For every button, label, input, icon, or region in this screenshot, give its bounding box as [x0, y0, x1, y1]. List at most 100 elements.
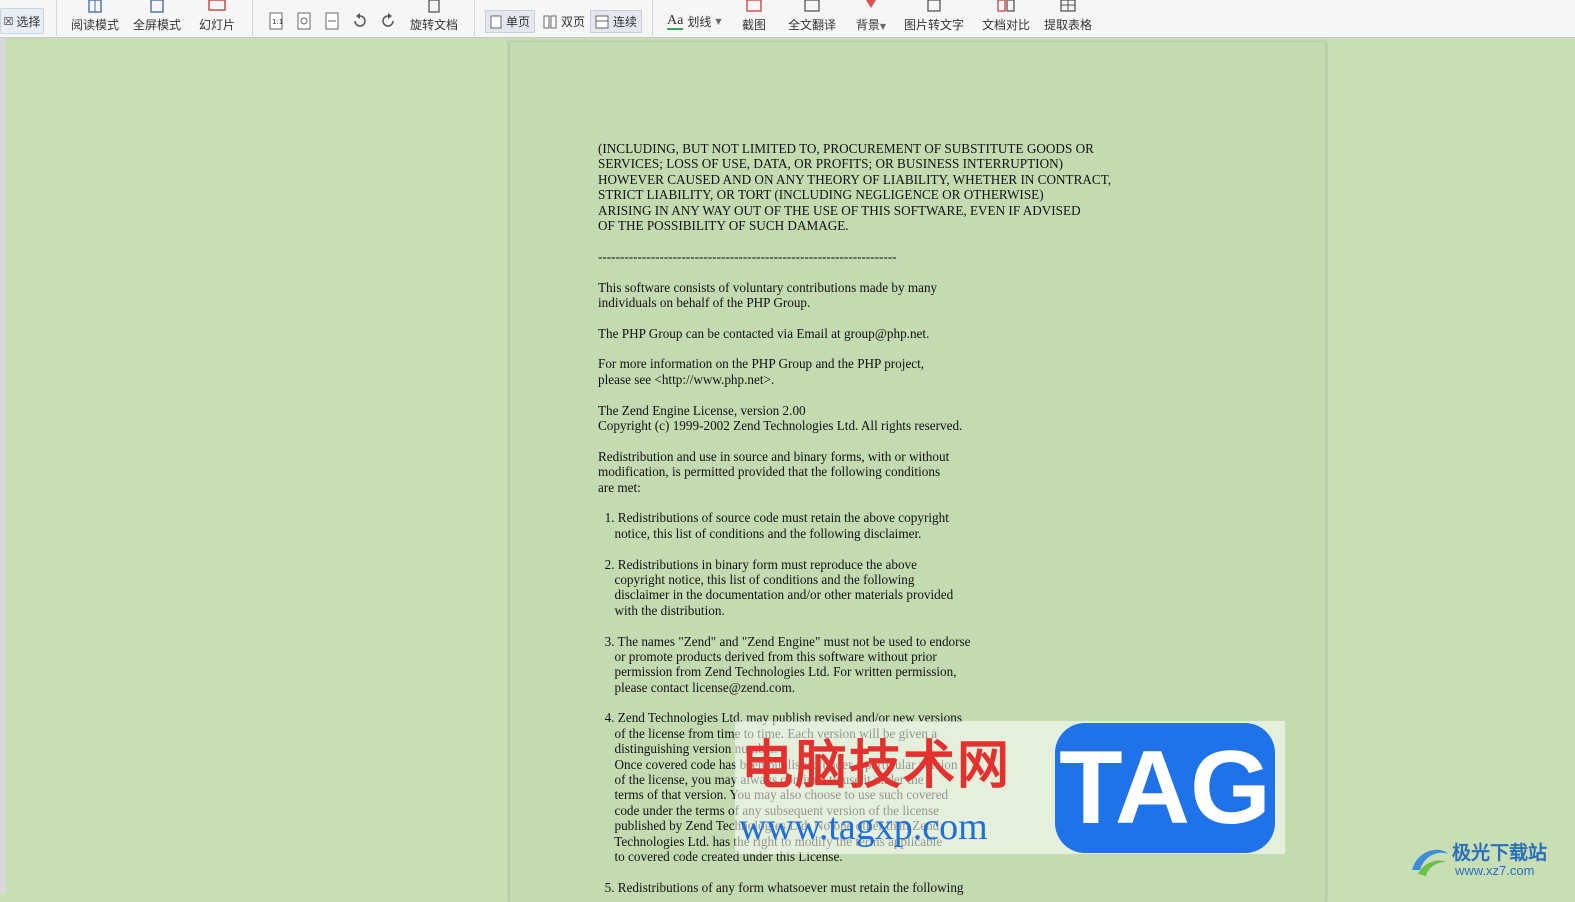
document-line: HOWEVER CAUSED AND ON ANY THEORY OF LIAB…: [598, 171, 1112, 187]
corner-logo: 极光下载站 www.xz7.com: [1408, 836, 1568, 886]
rotate-document-icon: [428, 0, 440, 13]
cursor-icon: ☒: [3, 14, 14, 28]
document-line: 1. Redistributions of source code must r…: [598, 510, 949, 526]
read-mode-button[interactable]: 阅读模式: [70, 0, 120, 37]
actual-size-icon[interactable]: 1:1: [267, 12, 285, 30]
aurora-logo-icon: [1412, 849, 1448, 876]
continuous-label: 连续: [613, 15, 638, 29]
document-line: STRICT LIABILITY, OR TORT (INCLUDING NEG…: [598, 187, 1044, 203]
document-line: ----------------------------------------…: [598, 248, 897, 264]
document-line: individuals on behalf of the PHP Group.: [598, 294, 811, 310]
document-line: OF THE POSSIBILITY OF SUCH DAMAGE.: [598, 217, 849, 233]
book-icon: [88, 0, 102, 13]
continuous-icon: [595, 15, 609, 28]
image-text-icon: [927, 0, 941, 12]
document-line: please see <http://www.php.net>.: [598, 371, 775, 387]
document-line: The PHP Group can be contacted via Email…: [598, 325, 930, 341]
document-line: 3. The names "Zend" and "Zend Engine" mu…: [598, 633, 971, 649]
document-line: copyright notice, this list of condition…: [598, 571, 915, 587]
document-line: disclaimer in the documentation and/or o…: [598, 587, 954, 603]
double-page-button[interactable]: 双页: [538, 10, 590, 33]
toolbar: ☒ 选择 阅读模式 全屏模式 幻灯片 1:1 旋转文档 单页 双页 连续 Aa …: [0, 0, 1575, 38]
document-line: notice, this list of conditions and the …: [598, 525, 922, 541]
divider: [252, 0, 253, 36]
single-page-icon: [490, 15, 502, 28]
document-line: Redistribution and use in source and bin…: [598, 448, 950, 464]
rotate-document-button[interactable]: 旋转文档: [408, 0, 460, 37]
divider: [652, 0, 653, 36]
corner-site-name: 极光下载站: [1452, 842, 1548, 864]
screenshot-label: 截图: [741, 18, 766, 32]
double-page-icon: [543, 15, 557, 28]
background-button[interactable]: 背景▼: [852, 0, 890, 37]
fit-width-icon[interactable]: [323, 12, 341, 30]
image-to-text-label: 图片转文字: [903, 18, 964, 32]
text-underline-icon: Aa: [667, 12, 684, 30]
document-line: ARISING IN ANY WAY OUT OF THE USE OF THI…: [598, 202, 1081, 218]
rotate-left-icon[interactable]: [351, 12, 369, 30]
translate-icon: [804, 0, 820, 12]
slideshow-label: 幻灯片: [198, 18, 235, 32]
document-line: modification, is permitted provided that…: [598, 464, 941, 480]
watermark-url: www.tagxp.com: [739, 806, 988, 848]
compare-label: 文档对比: [981, 18, 1030, 32]
compare-button[interactable]: 文档对比: [980, 0, 1032, 37]
continuous-button[interactable]: 连续: [590, 10, 643, 33]
single-page-button[interactable]: 单页: [485, 10, 536, 33]
document-line: are met:: [598, 479, 641, 495]
read-mode-label: 阅读模式: [70, 18, 119, 32]
document-line: Copyright (c) 1999-2002 Zend Technologie…: [598, 418, 963, 434]
fullscreen-icon: [150, 0, 164, 13]
svg-text:1:1: 1:1: [272, 18, 283, 26]
image-to-text-button[interactable]: 图片转文字: [902, 0, 966, 37]
fullscreen-button[interactable]: 全屏模式: [132, 0, 182, 37]
extract-table-label: 提取表格: [1043, 18, 1092, 32]
table-icon: [1060, 0, 1076, 12]
corner-site-url: www.xz7.com: [1455, 863, 1535, 878]
watermark: 电脑技术网 www.tagxp.com TAG: [735, 721, 1285, 854]
rotate-document-label: 旋转文档: [409, 18, 458, 32]
divider: [474, 0, 475, 36]
document-line: The Zend Engine License, version 2.00: [598, 402, 806, 418]
translate-button[interactable]: 全文翻译: [786, 0, 838, 37]
document-line: SERVICES; LOSS OF USE, DATA, OR PROFITS;…: [598, 156, 1064, 172]
underline-button[interactable]: Aa 划线 ▼: [662, 10, 727, 33]
document-line: with the distribution.: [598, 602, 725, 618]
translate-label: 全文翻译: [787, 18, 836, 32]
chevron-down-icon: ▼: [715, 17, 722, 26]
screenshot-icon: [746, 0, 762, 12]
select-label: 选择: [16, 14, 41, 29]
background-label: 背景▼: [855, 18, 887, 32]
watermark-site-name: 电脑技术网: [741, 736, 1012, 796]
select-button[interactable]: ☒ 选择: [0, 8, 44, 34]
watermark-tag-logo: TAG: [1055, 723, 1275, 853]
document-line: permission from Zend Technologies Ltd. F…: [598, 664, 957, 680]
extract-table-button[interactable]: 提取表格: [1042, 0, 1094, 37]
double-page-label: 双页: [561, 15, 586, 29]
compare-icon: [997, 0, 1015, 12]
rotate-right-icon[interactable]: [379, 12, 397, 30]
document-line: 2. Redistributions in binary form must r…: [598, 556, 917, 572]
document-line: (INCLUDING, BUT NOT LIMITED TO, PROCUREM…: [598, 141, 1094, 156]
document-line: For more information on the PHP Group an…: [598, 356, 925, 372]
single-page-label: 单页: [506, 15, 531, 29]
divider: [56, 0, 57, 36]
fit-page-icon[interactable]: [295, 12, 313, 30]
document-line: This software consists of voluntary cont…: [598, 279, 938, 295]
document-line: please contact license@zend.com.: [598, 679, 796, 695]
screenshot-button[interactable]: 截图: [738, 0, 770, 37]
slideshow-button[interactable]: 幻灯片: [196, 0, 238, 37]
underline-label: 划线: [687, 15, 712, 29]
fullscreen-label: 全屏模式: [132, 18, 181, 32]
document-line: or promote products derived from this so…: [598, 648, 937, 664]
